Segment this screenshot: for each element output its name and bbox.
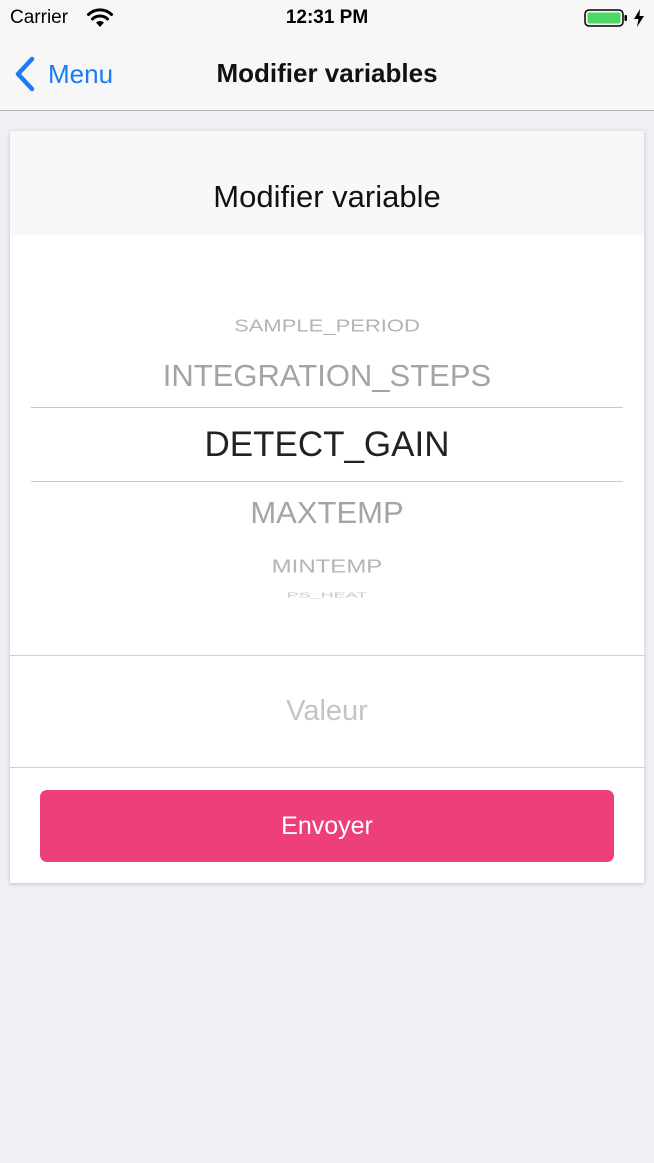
variable-picker[interactable]: SAMPLE_PERIOD INTEGRATION_STEPS DETECT_G… bbox=[10, 235, 644, 655]
send-button[interactable]: Envoyer bbox=[40, 790, 614, 862]
picker-item[interactable]: PS_HEAT bbox=[10, 591, 644, 599]
picker-selection-bottom-line bbox=[31, 481, 623, 482]
picker-item[interactable]: SAMPLE_PERIOD bbox=[10, 316, 644, 337]
picker-item[interactable]: MAXTEMP bbox=[10, 495, 644, 531]
picker-item[interactable]: MINTEMP bbox=[10, 557, 644, 578]
status-bar: Carrier 12:31 PM bbox=[0, 0, 654, 38]
modify-variable-card: Modifier variable SAMPLE_PERIOD INTEGRAT… bbox=[10, 131, 644, 883]
status-time: 12:31 PM bbox=[285, 7, 369, 28]
card-header: Modifier variable bbox=[10, 131, 644, 235]
value-input[interactable] bbox=[10, 656, 644, 766]
divider bbox=[10, 767, 644, 768]
navigation-bar: Menu Modifier variables bbox=[0, 38, 654, 111]
picker-item-selected[interactable]: DETECT_GAIN bbox=[10, 425, 644, 465]
picker-selection-top-line bbox=[31, 407, 623, 408]
page-title: Modifier variables bbox=[216, 58, 438, 88]
battery-icon bbox=[584, 9, 627, 27]
charging-icon bbox=[634, 9, 644, 27]
card-title: Modifier variable bbox=[213, 179, 441, 214]
picker-item[interactable]: INTEGRATION_STEPS bbox=[10, 358, 644, 394]
